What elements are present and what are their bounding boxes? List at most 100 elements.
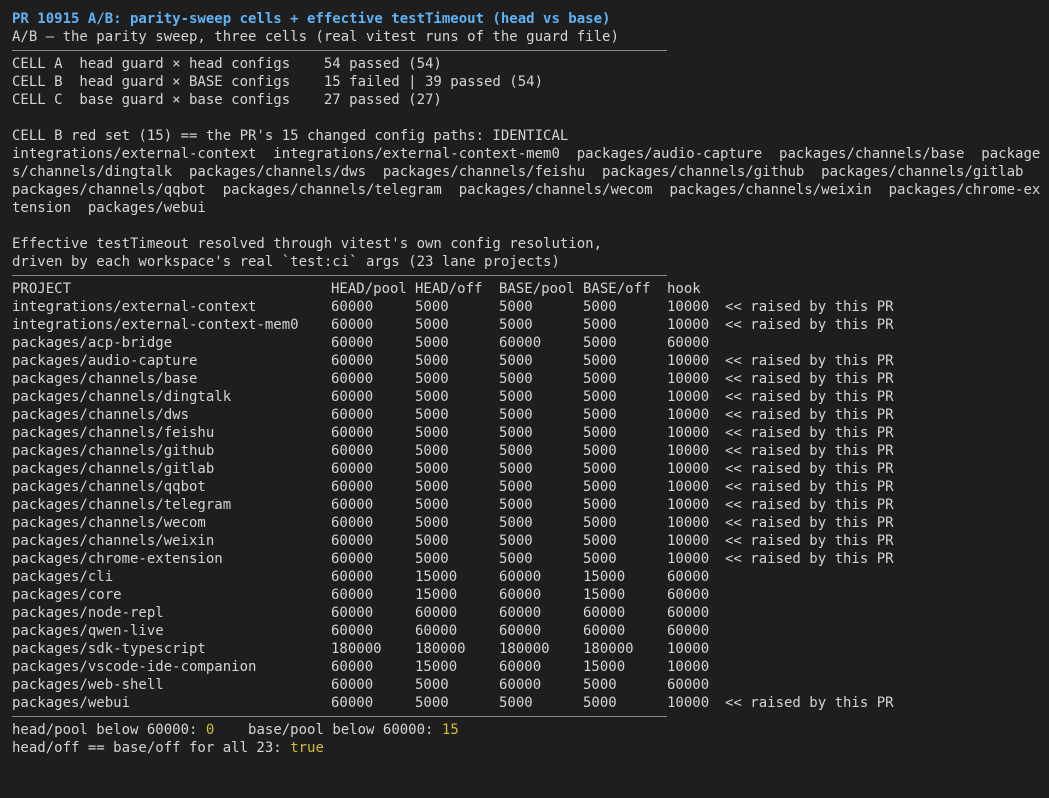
table-cell: BASE/off xyxy=(583,281,651,297)
table-cell: 60000 xyxy=(667,677,710,693)
table-cell: 180000 xyxy=(331,641,382,657)
table-cell: 5000 xyxy=(583,389,617,405)
table-row: packages/channels/dws 60000 5000 5000 5000 10… xyxy=(12,406,1037,424)
report-title: PR 10915 A/B: parity-sweep cells + effec… xyxy=(12,11,611,27)
table-cell: 5000 xyxy=(499,551,533,567)
table-cell: 5000 xyxy=(415,551,449,567)
table-cell: 60000 xyxy=(499,569,542,585)
table-cell: PROJECT xyxy=(12,281,72,297)
table-cell: 60000 xyxy=(331,425,374,441)
table-cell: packages/sdk-typescript xyxy=(12,641,206,657)
table-cell: 60000 xyxy=(583,623,626,639)
table-cell: 5000 xyxy=(583,443,617,459)
table-row: packages/channels/wecom 60000 5000 5000 5000… xyxy=(12,514,1037,532)
table-cell: 5000 xyxy=(499,425,533,441)
table-header-row: PROJECT HEAD/pool HEAD/off BASE/pool BASE/of… xyxy=(12,280,1037,298)
table-cell: BASE/pool xyxy=(499,281,575,297)
divider xyxy=(12,271,667,280)
table-cell: << raised by this PR xyxy=(725,317,894,333)
table-cell: packages/cli xyxy=(12,569,114,585)
table-cell: 5000 xyxy=(415,515,449,531)
table-cell: 60000 xyxy=(331,353,374,369)
table-cell: 5000 xyxy=(583,425,617,441)
table-cell: packages/audio-capture xyxy=(12,353,198,369)
table-cell: 10000 xyxy=(667,641,710,657)
table-cell: packages/channels/dingtalk xyxy=(12,389,232,405)
table-cell: 10000 xyxy=(667,299,710,315)
table-cell: 5000 xyxy=(583,677,617,693)
table-cell: packages/webui xyxy=(12,695,131,711)
table-cell: 5000 xyxy=(499,407,533,423)
table-cell: 60000 xyxy=(331,461,374,477)
table-cell: 60000 xyxy=(499,587,542,603)
table-cell: 10000 xyxy=(667,533,710,549)
table-cell: 60000 xyxy=(331,695,374,711)
table-cell: 15000 xyxy=(583,587,626,603)
table-cell: 5000 xyxy=(499,443,533,459)
table-cell: 5000 xyxy=(415,425,449,441)
table-cell: << raised by this PR xyxy=(725,425,894,441)
table-cell: 60000 xyxy=(415,623,458,639)
table-cell: 5000 xyxy=(415,461,449,477)
table-cell: 60000 xyxy=(331,677,374,693)
table-cell xyxy=(725,676,1037,694)
table-cell: 5000 xyxy=(499,479,533,495)
red-set-line: packages/channels/qqbot packages/channel… xyxy=(12,182,1041,198)
table-cell: 5000 xyxy=(499,371,533,387)
table-row: packages/channels/base 60000 5000 5000 5000 1… xyxy=(12,370,1037,388)
table-cell: 10000 xyxy=(667,695,710,711)
table-cell: 15000 xyxy=(415,659,458,675)
table-cell xyxy=(725,622,1037,640)
table-cell: << raised by this PR xyxy=(725,371,894,387)
table-cell: packages/channels/qqbot xyxy=(12,479,206,495)
base-pool-label: base/pool below 60000: xyxy=(214,722,442,738)
table-cell: 60000 xyxy=(667,623,710,639)
table-cell: 5000 xyxy=(583,335,617,351)
table-cell: 60000 xyxy=(667,605,710,621)
table-cell: 5000 xyxy=(583,497,617,513)
table-cell: packages/channels/feishu xyxy=(12,425,215,441)
table-row: packages/webui 60000 5000 5000 5000 10000 << r… xyxy=(12,694,1037,712)
table-row: packages/channels/gitlab 60000 5000 5000 500… xyxy=(12,460,1037,478)
table-cell: 5000 xyxy=(415,677,449,693)
table-cell: 60000 xyxy=(667,569,710,585)
table-cell: << raised by this PR xyxy=(725,353,894,369)
table-row: packages/channels/weixin 60000 5000 5000 500… xyxy=(12,532,1037,550)
table-cell: 5000 xyxy=(415,407,449,423)
table-cell: 5000 xyxy=(583,299,617,315)
cell-a-line: CELL A head guard × head configs 54 pass… xyxy=(12,56,442,72)
table-row: packages/cli 60000 15000 60000 15000 60000 xyxy=(12,568,1037,586)
base-pool-value: 15 xyxy=(441,722,459,738)
table-cell: 5000 xyxy=(499,497,533,513)
table-cell: packages/core xyxy=(12,587,122,603)
table-cell: 180000 xyxy=(583,641,634,657)
table-cell: 5000 xyxy=(415,479,449,495)
table-cell: 5000 xyxy=(583,515,617,531)
table-cell: integrations/external-context-mem0 xyxy=(12,317,299,333)
table-cell: 60000 xyxy=(331,659,374,675)
table-cell: 10000 xyxy=(667,407,710,423)
table-cell: HEAD/pool xyxy=(331,281,407,297)
table-cell: 5000 xyxy=(583,317,617,333)
table-row: packages/node-repl 60000 60000 60000 60000 60… xyxy=(12,604,1037,622)
table-cell: 15000 xyxy=(583,659,626,675)
table-cell: 10000 xyxy=(667,551,710,567)
table-cell: 15000 xyxy=(583,569,626,585)
table-cell: packages/channels/dws xyxy=(12,407,190,423)
table-cell: 5000 xyxy=(499,515,533,531)
table-cell: 5000 xyxy=(583,479,617,495)
table-cell: 5000 xyxy=(415,695,449,711)
table-cell: 5000 xyxy=(583,461,617,477)
table-cell xyxy=(725,604,1037,622)
table-cell: 5000 xyxy=(499,353,533,369)
divider xyxy=(12,712,667,721)
table-cell: 60000 xyxy=(667,587,710,603)
table-cell: 60000 xyxy=(331,299,374,315)
red-set-header: CELL B red set (15) == the PR's 15 chang… xyxy=(12,128,569,144)
table-cell: 10000 xyxy=(667,317,710,333)
table-cell: 5000 xyxy=(415,443,449,459)
table-cell: 15000 xyxy=(415,587,458,603)
table-cell: hook xyxy=(667,281,701,297)
table-cell: 15000 xyxy=(415,569,458,585)
table-cell: 60000 xyxy=(583,605,626,621)
